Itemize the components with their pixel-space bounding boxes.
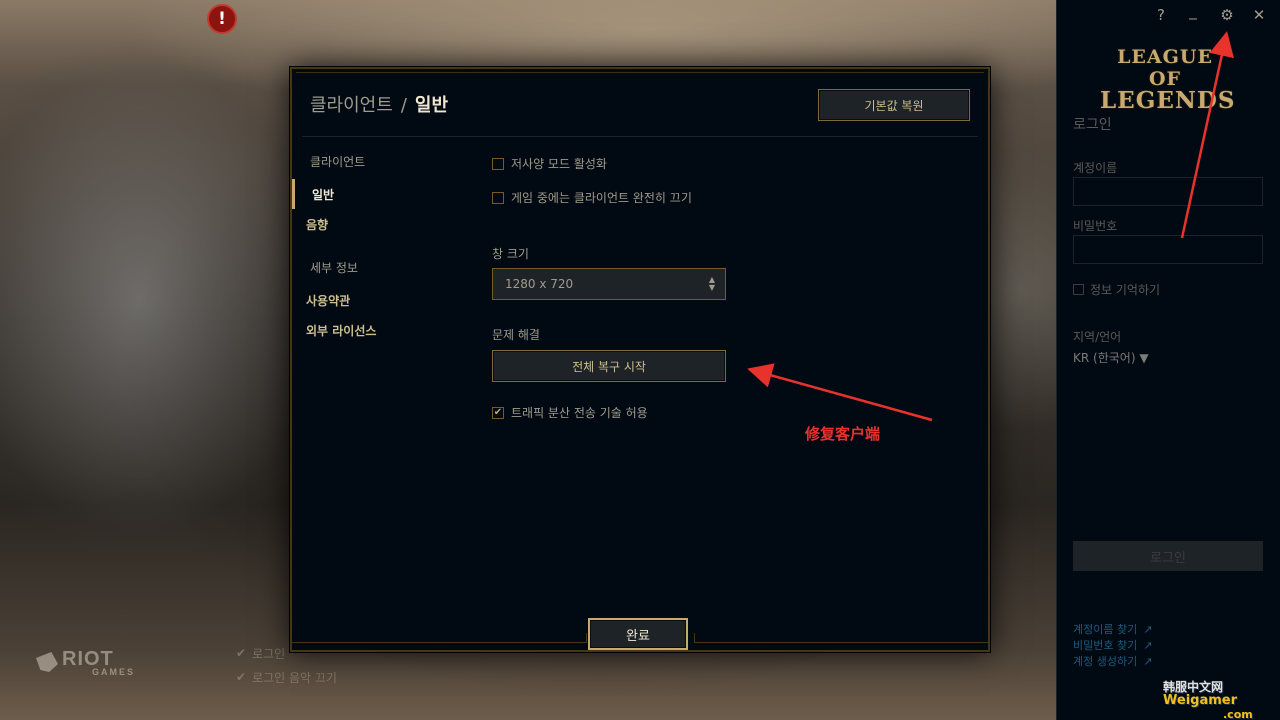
footer-divider — [694, 642, 988, 643]
checkmark-icon: ✔ — [492, 406, 504, 419]
done-button[interactable]: 완료 — [588, 618, 688, 650]
settings-gear-icon[interactable]: ⚙ — [1217, 6, 1237, 24]
breadcrumb: 클라이언트 / 일반 — [310, 95, 449, 116]
account-links: 계정이름 찾기 ↗ 비밀번호 찾기 ↗ 계정 생성하기 ↗ — [1073, 622, 1152, 670]
header-divider — [302, 136, 978, 137]
breadcrumb-current: 일반 — [414, 95, 449, 116]
close-icon[interactable]: ✕ — [1249, 6, 1269, 24]
traffic-distribution-checkbox[interactable]: ✔ 트래픽 분산 전송 기술 허용 — [492, 404, 648, 421]
nav-item-general[interactable]: 일반 — [312, 186, 334, 203]
login-button[interactable]: 로그인 — [1073, 541, 1263, 571]
checkbox-icon — [1073, 284, 1084, 295]
nav-item-licenses[interactable]: 외부 라이선스 — [306, 322, 376, 339]
region-select[interactable]: KR (한국어) ▼ — [1073, 349, 1149, 366]
find-username-link[interactable]: 계정이름 찾기 ↗ — [1073, 622, 1152, 638]
restore-defaults-button[interactable]: 기본값 복원 — [818, 89, 970, 121]
window-size-heading: 창 크기 — [492, 247, 529, 261]
nav-group-client: 클라이언트 — [310, 155, 366, 169]
create-account-link[interactable]: 계정 생성하기 ↗ — [1073, 654, 1152, 670]
checkbox-icon — [492, 191, 504, 204]
username-input[interactable] — [1073, 177, 1263, 206]
nav-item-terms[interactable]: 사용약관 — [306, 292, 350, 309]
select-arrows-icon: ▲ ▼ — [708, 275, 715, 292]
footer-divider — [292, 642, 586, 643]
low-spec-mode-checkbox[interactable]: 저사양 모드 활성화 — [492, 155, 607, 172]
site-watermark: 韩服中文网 Weigamer .com — [1163, 680, 1253, 720]
checkbox-icon — [492, 157, 504, 170]
window-size-select[interactable]: 1280 x 720 ▲ ▼ — [492, 268, 726, 300]
password-label: 비밀번호 — [1073, 219, 1118, 233]
league-of-legends-logo: LEAGUE OF LEGENDS — [1100, 46, 1236, 114]
nav-item-sound[interactable]: 음향 — [306, 216, 328, 233]
login-title: 로그인 — [1073, 117, 1112, 133]
remember-me-checkbox[interactable]: 정보 기억하기 — [1073, 281, 1160, 298]
settings-modal: 클라이언트 / 일반 기본값 복원 클라이언트 일반 음향 세부 정보 사용약관 외… — [290, 67, 990, 652]
minimize-icon[interactable]: _ — [1183, 2, 1203, 20]
annotation-label: 修复客户端 — [805, 425, 881, 443]
password-input[interactable] — [1073, 235, 1263, 264]
troubleshoot-heading: 문제 해결 — [492, 328, 540, 342]
alert-icon[interactable]: ! — [207, 4, 237, 34]
username-label: 계정이름 — [1073, 161, 1118, 175]
find-password-link[interactable]: 비밀번호 찾기 ↗ — [1073, 638, 1152, 654]
riot-games-logo: RIOT GAMES — [36, 648, 133, 677]
full-repair-button[interactable]: 전체 복구 시작 — [492, 350, 726, 382]
nav-active-indicator — [292, 179, 295, 209]
region-heading: 지역/언어 — [1073, 330, 1122, 344]
help-icon[interactable]: ? — [1151, 6, 1171, 24]
nav-group-details: 세부 정보 — [310, 261, 358, 275]
breadcrumb-parent: 클라이언트 — [310, 95, 393, 116]
close-client-in-game-checkbox[interactable]: 게임 중에는 클라이언트 완전히 끄기 — [492, 189, 692, 206]
